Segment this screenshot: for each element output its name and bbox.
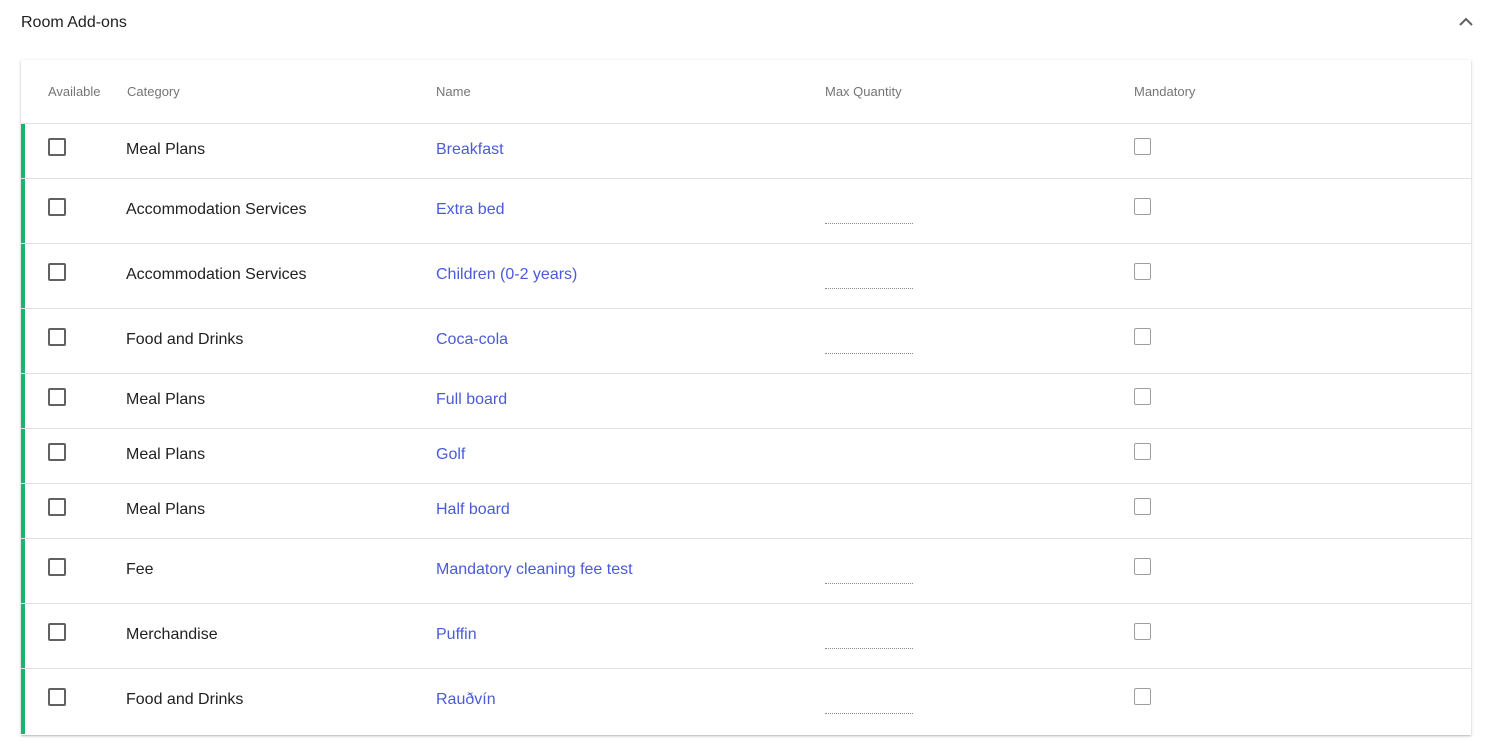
addon-name-link[interactable]: Breakfast	[436, 141, 504, 159]
mandatory-checkbox[interactable]	[1134, 443, 1151, 460]
addon-name-link[interactable]: Mandatory cleaning fee test	[436, 561, 633, 579]
category-cell: Meal Plans	[126, 141, 206, 158]
available-checkbox[interactable]	[48, 328, 66, 346]
addon-name-link[interactable]: Coca-cola	[436, 331, 508, 349]
addon-name-link[interactable]: Golf	[436, 446, 465, 464]
max-quantity-input[interactable]	[825, 563, 913, 584]
available-checkbox[interactable]	[48, 558, 66, 576]
available-checkbox[interactable]	[48, 263, 66, 281]
addon-name-link[interactable]: Half board	[436, 501, 510, 519]
category-cell: Fee	[126, 561, 154, 578]
chevron-up-icon[interactable]	[1456, 12, 1476, 32]
max-quantity-input[interactable]	[825, 268, 913, 289]
table-row: Merchandise Puffin	[21, 604, 1471, 669]
available-checkbox[interactable]	[48, 388, 66, 406]
mandatory-checkbox[interactable]	[1134, 263, 1151, 280]
category-cell: Accommodation Services	[126, 266, 307, 283]
max-quantity-input[interactable]	[825, 693, 913, 714]
mandatory-checkbox[interactable]	[1134, 138, 1151, 155]
column-header-available[interactable]: Available	[48, 84, 101, 99]
mandatory-checkbox[interactable]	[1134, 688, 1151, 705]
addons-table: Available Category Name Max Quantity Man…	[21, 60, 1471, 735]
table-row: Meal Plans Breakfast	[21, 124, 1471, 179]
max-quantity-input[interactable]	[825, 628, 913, 649]
category-cell: Meal Plans	[126, 501, 206, 518]
column-header-max-quantity[interactable]: Max Quantity	[825, 84, 902, 99]
table-row: Accommodation Services Extra bed	[21, 179, 1471, 244]
addon-name-link[interactable]: Full board	[436, 391, 507, 409]
category-cell: Accommodation Services	[126, 201, 307, 218]
addon-name-link[interactable]: Rauðvín	[436, 691, 496, 709]
category-cell: Merchandise	[126, 626, 218, 643]
mandatory-checkbox[interactable]	[1134, 623, 1151, 640]
table-row: Fee Mandatory cleaning fee test	[21, 539, 1471, 604]
table-row: Accommodation Services Children (0-2 yea…	[21, 244, 1471, 309]
table-header: Available Category Name Max Quantity Man…	[21, 60, 1471, 124]
category-cell: Food and Drinks	[126, 331, 244, 348]
column-header-category[interactable]: Category	[127, 84, 180, 99]
available-checkbox[interactable]	[48, 623, 66, 641]
table-row: Meal Plans Full board	[21, 374, 1471, 429]
mandatory-checkbox[interactable]	[1134, 558, 1151, 575]
available-checkbox[interactable]	[48, 498, 66, 516]
available-checkbox[interactable]	[48, 198, 66, 216]
available-checkbox[interactable]	[48, 688, 66, 706]
addon-name-link[interactable]: Puffin	[436, 626, 477, 644]
max-quantity-input[interactable]	[825, 203, 913, 224]
table-row: Food and Drinks Coca-cola	[21, 309, 1471, 374]
section-header: Room Add-ons	[0, 0, 1492, 48]
table-row: Meal Plans Half board	[21, 484, 1471, 539]
mandatory-checkbox[interactable]	[1134, 328, 1151, 345]
mandatory-checkbox[interactable]	[1134, 198, 1151, 215]
category-cell: Food and Drinks	[126, 691, 244, 708]
addon-name-link[interactable]: Children (0-2 years)	[436, 266, 577, 284]
section-title: Room Add-ons	[21, 14, 127, 31]
table-body: Meal Plans Breakfast Accommodation Servi…	[21, 124, 1471, 734]
category-cell: Meal Plans	[126, 446, 206, 463]
column-header-name[interactable]: Name	[436, 84, 471, 99]
mandatory-checkbox[interactable]	[1134, 498, 1151, 515]
column-header-mandatory[interactable]: Mandatory	[1134, 84, 1195, 99]
addon-name-link[interactable]: Extra bed	[436, 201, 504, 219]
mandatory-checkbox[interactable]	[1134, 388, 1151, 405]
available-checkbox[interactable]	[48, 443, 66, 461]
table-row: Food and Drinks Rauðvín	[21, 669, 1471, 734]
available-checkbox[interactable]	[48, 138, 66, 156]
table-row: Meal Plans Golf	[21, 429, 1471, 484]
category-cell: Meal Plans	[126, 391, 206, 408]
max-quantity-input[interactable]	[825, 333, 913, 354]
